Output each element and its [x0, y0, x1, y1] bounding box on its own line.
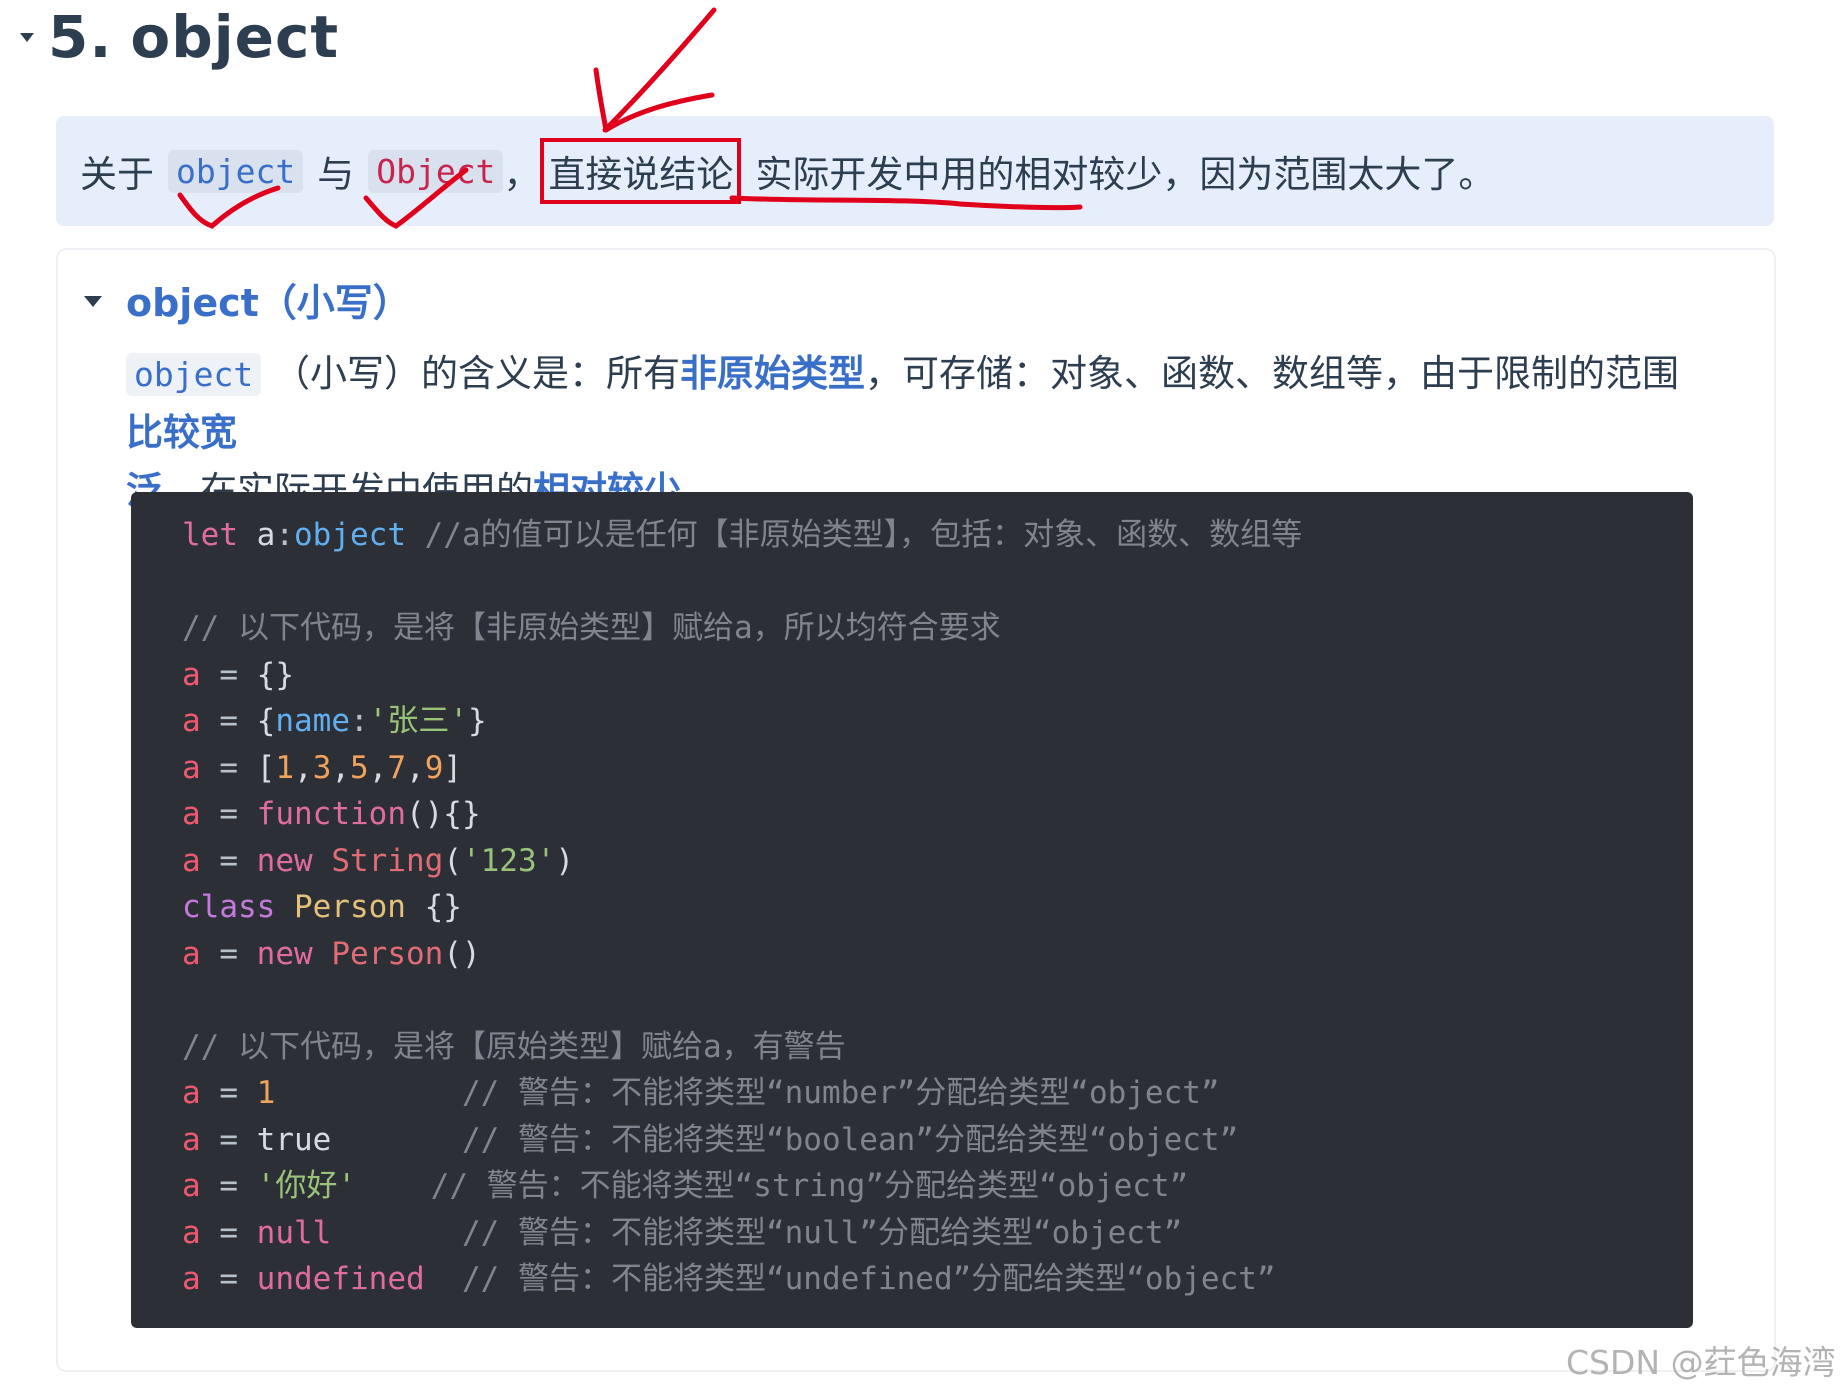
code-line: a = function(){} — [182, 796, 481, 832]
section-title: object — [130, 3, 340, 71]
section-heading: 5. object — [20, 2, 339, 72]
code-line: // 以下代码，是将【原始类型】赋给a，有警告 — [182, 1028, 846, 1065]
details-toggle-icon[interactable] — [84, 296, 102, 307]
para-highlight-broad-a: 比较宽 — [126, 411, 237, 454]
code-content: let a:object //a的值可以是任何【非原始类型】，包括：对象、函数、… — [182, 512, 1662, 1303]
code-line: let a:object //a的值可以是任何【非原始类型】，包括：对象、函数、… — [182, 517, 1303, 553]
inline-code-object-lower: object — [126, 353, 262, 396]
annotation-arrow-icon — [602, 7, 717, 133]
code-line: a = {} — [182, 656, 294, 693]
code-line: class Person {} — [182, 889, 462, 925]
inline-code-object: object — [168, 149, 304, 193]
code-line: a = new String('123') — [182, 842, 574, 879]
para-text-1: （小写）的含义是：所有 — [272, 352, 680, 395]
section-number: 5. — [48, 3, 113, 71]
code-line: // 以下代码，是将【非原始类型】赋给a，所以均符合要求 — [182, 610, 1001, 646]
code-line: a = [1,3,5,7,9] — [182, 749, 463, 786]
details-summary[interactable]: object（小写） — [126, 274, 411, 325]
inline-code-Object: Object — [368, 149, 504, 193]
code-line: a = '你好' // 警告：不能将类型“string”分配给类型“object… — [182, 1168, 1189, 1204]
code-line: a = {name:'张三'} — [182, 703, 487, 739]
boxed-conclusion-label: 直接说结论 — [540, 138, 742, 204]
para-highlight-non-primitive: 非原始类型 — [679, 352, 865, 395]
watermark: CSDN @荭色海湾 — [1566, 1343, 1836, 1382]
code-line: a = undefined // 警告：不能将类型“undefined”分配给类… — [182, 1261, 1276, 1297]
tip-comma: ， — [503, 153, 541, 196]
code-line: a = 1 // 警告：不能将类型“number”分配给类型“object” — [182, 1075, 1220, 1111]
tip-prefix: 关于 — [80, 153, 154, 196]
code-line: a = true // 警告：不能将类型“boolean”分配给类型“objec… — [182, 1121, 1239, 1158]
collapse-caret-icon[interactable] — [20, 32, 34, 42]
tip-conclusion: 实际开发中用的相对较少，因为范围太大了。 — [755, 153, 1496, 196]
para-text-2: ，可存储：对象、函数、数组等，由于限制的范围 — [864, 352, 1679, 395]
tip-text: 关于 object 与 Object ， 直接说结论 实际开发中用的相对较少，因… — [80, 138, 1496, 204]
tip-conj: 与 — [317, 153, 355, 196]
code-line: a = new Person() — [182, 935, 481, 972]
code-line: a = null // 警告：不能将类型“null”分配给类型“object” — [182, 1214, 1183, 1251]
